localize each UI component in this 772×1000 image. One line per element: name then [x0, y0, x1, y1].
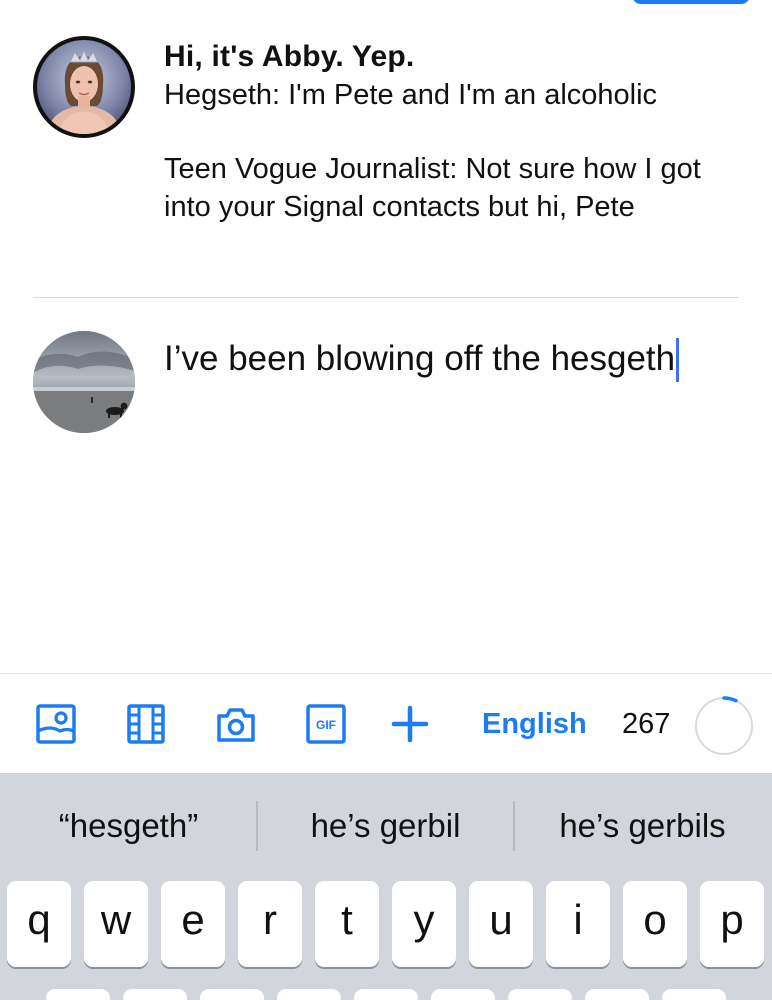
post-button[interactable] — [632, 0, 750, 4]
key-q[interactable]: q — [7, 881, 71, 967]
key-p[interactable]: p — [700, 881, 764, 967]
key-d[interactable] — [200, 989, 264, 1000]
camera-icon[interactable] — [216, 704, 256, 744]
key-i[interactable]: i — [546, 881, 610, 967]
key-y[interactable]: y — [392, 881, 456, 967]
author-avatar[interactable] — [33, 36, 135, 138]
key-w[interactable]: w — [84, 881, 148, 967]
key-u[interactable]: u — [469, 881, 533, 967]
suggestion-3[interactable]: he’s gerbils — [514, 801, 771, 851]
character-count: 267 — [622, 708, 671, 740]
key-t[interactable]: t — [315, 881, 379, 967]
post-title: Hi, it's Abby. Yep. — [164, 40, 415, 73]
key-e[interactable]: e — [161, 881, 225, 967]
suggestion-2[interactable]: he’s gerbil — [257, 801, 514, 851]
key-a[interactable] — [46, 989, 110, 1000]
divider — [33, 297, 739, 298]
key-s[interactable] — [123, 989, 187, 1000]
key-j[interactable] — [508, 989, 572, 1000]
compose-toolbar: GIF English 267 — [0, 673, 772, 774]
key-l[interactable] — [662, 989, 726, 1000]
post-line-2: Teen Vogue Journalist: Not sure how I go… — [164, 153, 701, 223]
language-button[interactable]: English — [482, 704, 587, 744]
compose-text: I’ve been blowing off the hesgeth — [164, 339, 676, 378]
gif-icon[interactable]: GIF — [306, 704, 346, 744]
key-f[interactable] — [277, 989, 341, 1000]
text-caret — [676, 338, 680, 382]
add-icon[interactable] — [390, 704, 430, 744]
suggestion-1[interactable]: “hesgeth” — [0, 801, 257, 851]
image-icon[interactable] — [36, 704, 76, 744]
post-line-1: Hegseth: I'm Pete and I'm an alcoholic — [164, 79, 658, 111]
key-r[interactable]: r — [238, 881, 302, 967]
screen: Hi, it's Abby. Yep. Hegseth: I'm Pete an… — [0, 0, 772, 1000]
video-icon[interactable] — [126, 704, 166, 744]
key-g[interactable] — [354, 989, 418, 1000]
key-k[interactable] — [585, 989, 649, 1000]
compose-input[interactable]: I’ve been blowing off the hesgeth — [164, 336, 724, 382]
post-body: Hegseth: I'm Pete and I'm an alcoholic T… — [164, 76, 744, 226]
key-o[interactable]: o — [623, 881, 687, 967]
quoted-post: Hi, it's Abby. Yep. Hegseth: I'm Pete an… — [0, 36, 772, 298]
gif-label: GIF — [316, 718, 336, 732]
character-progress-ring — [694, 696, 754, 756]
author-avatar-image — [37, 40, 131, 134]
user-avatar[interactable] — [33, 331, 135, 433]
user-avatar-image — [33, 331, 135, 433]
keyboard: “hesgeth” he’s gerbil he’s gerbils q w e… — [0, 773, 772, 1000]
key-h[interactable] — [431, 989, 495, 1000]
